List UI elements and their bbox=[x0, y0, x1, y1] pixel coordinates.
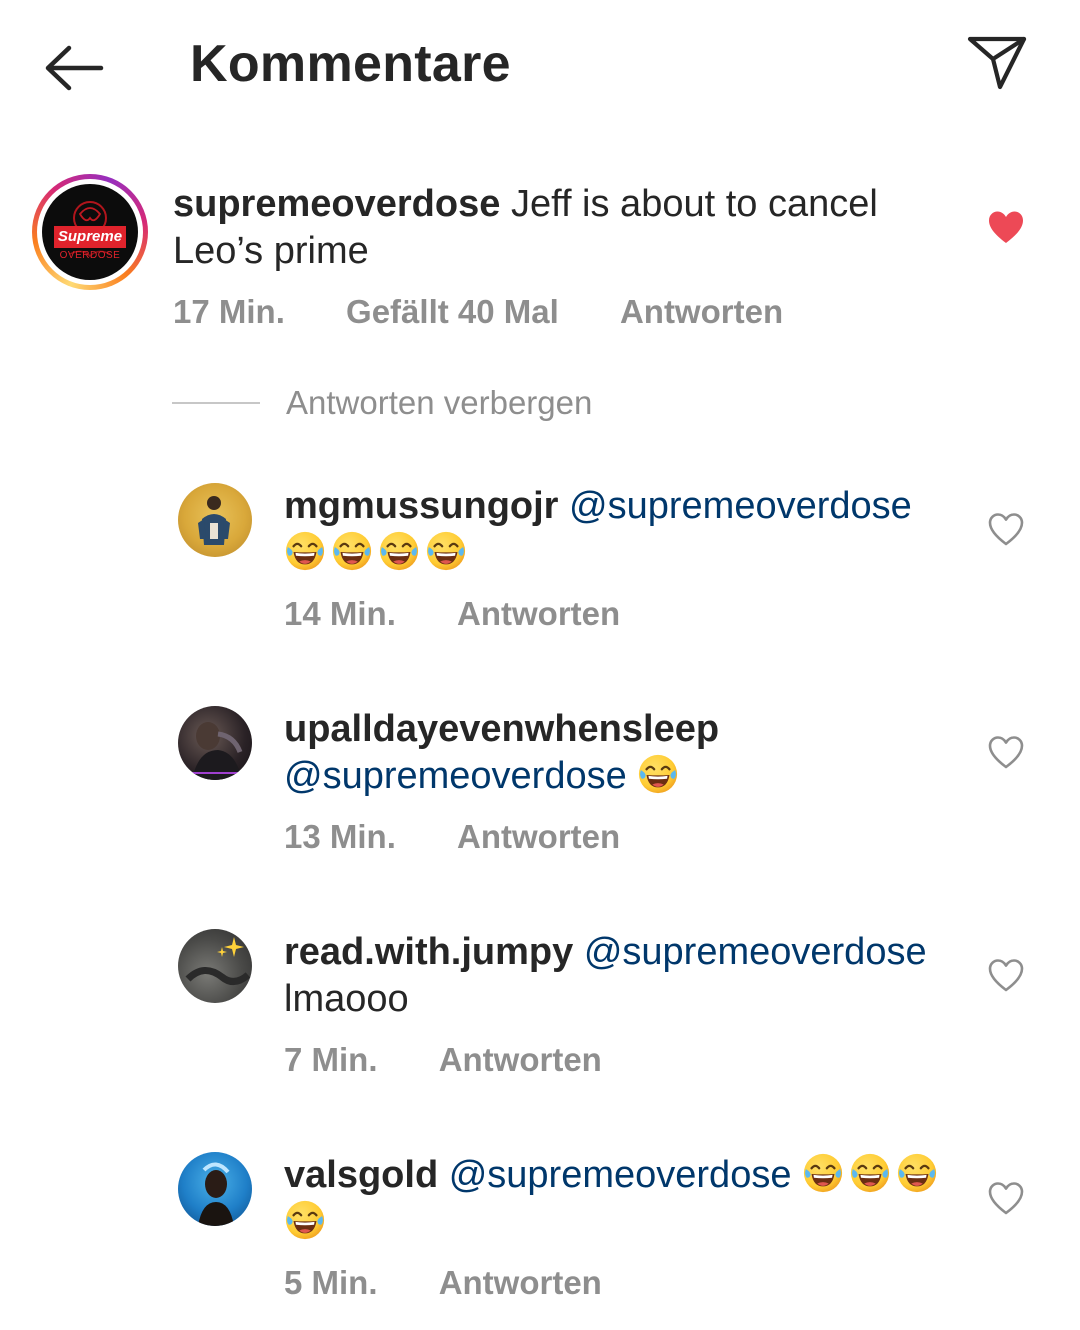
reply-comment: valsgold @supremeoverdose 5 Min. Antwort… bbox=[0, 1147, 1080, 1317]
reply-text: upalldayevenwhensleep @supremeoverdose bbox=[284, 706, 964, 800]
avatar-valsgold[interactable] bbox=[178, 1152, 252, 1226]
avatar-logo-sub: OVERDOSE bbox=[59, 250, 121, 261]
reply-username[interactable]: read.with.jumpy bbox=[284, 931, 573, 973]
reply-button[interactable]: Antworten bbox=[457, 818, 620, 856]
comment-text: supremeoverdose Jeff is about to cancel … bbox=[173, 181, 933, 275]
avatar-logo-box: Supreme bbox=[54, 226, 126, 248]
joy-emoji-icon bbox=[284, 1199, 326, 1241]
reply-username[interactable]: mgmussungojr bbox=[284, 485, 558, 527]
reply-comment: read.with.jumpy @supremeoverdose lmaooo … bbox=[0, 924, 1080, 1094]
reply-meta: 14 Min. Antworten bbox=[284, 595, 620, 633]
reply-time: 7 Min. bbox=[284, 1041, 378, 1078]
heart-filled-icon[interactable] bbox=[986, 208, 1026, 248]
comment-likes[interactable]: Gefällt 40 Mal bbox=[346, 293, 559, 331]
reply-time: 14 Min. bbox=[284, 595, 396, 632]
reply-meta: 13 Min. Antworten bbox=[284, 818, 620, 856]
reply-text: read.with.jumpy @supremeoverdose lmaooo bbox=[284, 929, 964, 1023]
paper-plane-icon bbox=[967, 36, 1027, 90]
comment-meta: 17 Min. Gefällt 40 Mal Antworten bbox=[173, 293, 783, 331]
reply-body: lmaooo bbox=[284, 978, 409, 1020]
avatar-read-with-jumpy[interactable] bbox=[178, 929, 252, 1003]
back-button[interactable] bbox=[38, 38, 110, 98]
mention-link[interactable]: @supremeoverdose bbox=[284, 755, 627, 797]
hide-replies-button[interactable]: Antworten verbergen bbox=[286, 384, 592, 422]
avatar-supremeoverdose[interactable]: Supreme OVERDOSE bbox=[32, 174, 148, 290]
reply-time: 5 Min. bbox=[284, 1264, 378, 1301]
reply-username[interactable]: upalldayevenwhensleep bbox=[284, 708, 719, 750]
heart-outline-icon[interactable] bbox=[986, 956, 1026, 996]
comment-time: 17 Min. bbox=[173, 293, 285, 330]
share-button[interactable] bbox=[962, 30, 1032, 94]
reply-text: mgmussungojr @supremeoverdose bbox=[284, 483, 964, 577]
avatar-upalldayevenwhensleep[interactable] bbox=[178, 706, 252, 780]
joy-emoji-icon bbox=[425, 530, 467, 572]
joy-emoji-icon bbox=[849, 1152, 891, 1194]
joy-emoji-icon bbox=[284, 530, 326, 572]
emoji-group bbox=[637, 755, 684, 797]
header-bar: Kommentare bbox=[0, 0, 1080, 130]
mention-link[interactable]: @supremeoverdose bbox=[569, 485, 912, 527]
person-figure-icon bbox=[198, 496, 230, 545]
heart-outline-icon[interactable] bbox=[986, 1179, 1026, 1219]
joy-emoji-icon bbox=[637, 753, 679, 795]
person-portrait-icon bbox=[198, 1162, 234, 1226]
reply-text: valsgold @supremeoverdose bbox=[284, 1152, 974, 1246]
mention-link[interactable]: @supremeoverdose bbox=[449, 1154, 792, 1196]
emoji-group bbox=[284, 532, 472, 574]
heart-outline-icon[interactable] bbox=[986, 733, 1026, 773]
comment-body-line2: Leo’s prime bbox=[173, 230, 369, 272]
reply-button[interactable]: Antworten bbox=[439, 1041, 602, 1079]
divider-line bbox=[172, 402, 260, 404]
emoji-group bbox=[802, 1154, 943, 1196]
person-photo-icon bbox=[188, 722, 243, 780]
main-comment: Supreme OVERDOSE supremeoverdose Jeff is… bbox=[0, 170, 1080, 350]
mention-link[interactable]: @supremeoverdose bbox=[584, 931, 927, 973]
emoji-group bbox=[284, 1201, 331, 1243]
arrow-left-icon bbox=[45, 45, 104, 91]
comment-username[interactable]: supremeoverdose bbox=[173, 183, 500, 225]
joy-emoji-icon bbox=[378, 530, 420, 572]
page-title: Kommentare bbox=[190, 35, 511, 93]
reply-comment: upalldayevenwhensleep @supremeoverdose 1… bbox=[0, 701, 1080, 871]
reply-button[interactable]: Antworten bbox=[439, 1264, 602, 1302]
joy-emoji-icon bbox=[331, 530, 373, 572]
hide-replies-row[interactable]: Antworten verbergen bbox=[172, 384, 592, 422]
joy-emoji-icon bbox=[896, 1152, 938, 1194]
heart-outline-icon[interactable] bbox=[986, 510, 1026, 550]
reply-username[interactable]: valsgold bbox=[284, 1154, 438, 1196]
reply-button[interactable]: Antworten bbox=[620, 293, 783, 331]
reply-time: 13 Min. bbox=[284, 818, 396, 855]
reply-button[interactable]: Antworten bbox=[457, 595, 620, 633]
joy-emoji-icon bbox=[802, 1152, 844, 1194]
avatar-mgmussungojr[interactable] bbox=[178, 483, 252, 557]
sparkles-icon bbox=[185, 937, 251, 985]
comment-body: Jeff is about to cancel bbox=[510, 183, 878, 225]
reply-comment: mgmussungojr @supremeoverdose 14 Min. An… bbox=[0, 478, 1080, 648]
reply-meta: 5 Min. Antworten bbox=[284, 1264, 602, 1302]
reply-meta: 7 Min. Antworten bbox=[284, 1041, 602, 1079]
